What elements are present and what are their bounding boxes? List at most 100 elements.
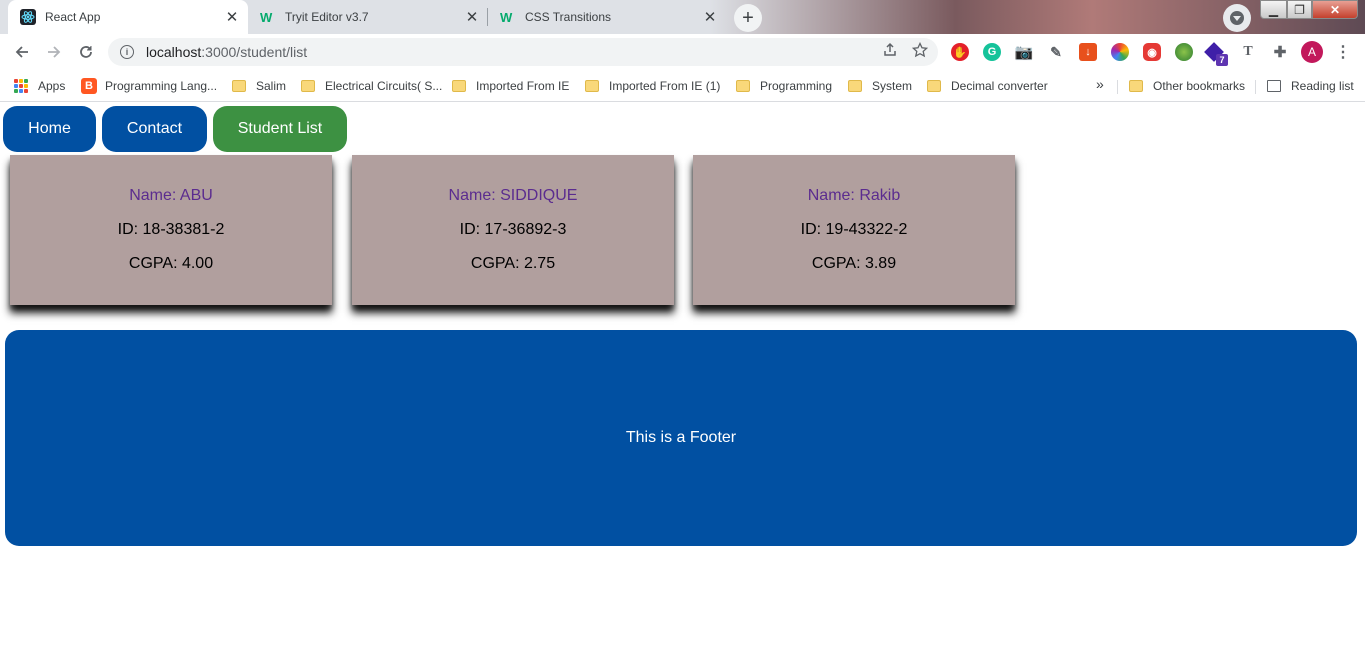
reload-button[interactable] [72, 38, 100, 66]
svg-text:W: W [500, 10, 513, 25]
tab-strip: React App ✕ W Tryit Editor v3.7 ✕ W CSS … [0, 0, 1365, 34]
maximize-button[interactable]: ❐ [1287, 0, 1312, 19]
close-icon[interactable]: ✕ [462, 7, 482, 27]
nav-student-list-link[interactable]: Student List [213, 106, 347, 152]
student-card: Name: Rakib ID: 19-43322-2 CGPA: 3.89 [693, 155, 1015, 305]
folder-icon [736, 80, 750, 92]
bookmark-label: Imported From IE [476, 79, 570, 93]
info-icon[interactable]: i [120, 45, 134, 59]
bookmark-programming[interactable]: Programming [736, 76, 832, 96]
color-wheel-icon[interactable] [1111, 43, 1129, 61]
back-button[interactable] [8, 38, 36, 66]
bookmark-label: System [872, 79, 913, 93]
bookmark-label: Salim [256, 79, 287, 93]
react-icon [20, 9, 36, 25]
blogger-icon: B [81, 78, 97, 94]
bookmark-divider [1255, 80, 1256, 94]
url-path: :3000/student/list [201, 44, 308, 60]
tab-title: Tryit Editor v3.7 [285, 10, 369, 24]
reading-list-button[interactable]: Reading list [1267, 76, 1354, 96]
adblock-icon[interactable]: ✋ [951, 43, 969, 61]
bookmark-imported-from-ie-1[interactable]: Imported From IE (1) [585, 76, 720, 96]
bookmark-other[interactable]: Other bookmarks [1129, 76, 1245, 96]
forward-button[interactable] [40, 38, 68, 66]
bookmarks-bar: Apps B Programming Lang... Salim Electri… [0, 70, 1365, 102]
folder-icon [301, 80, 315, 92]
bookmark-label: Other bookmarks [1153, 79, 1246, 93]
folder-icon [927, 80, 941, 92]
bookmark-apps[interactable]: Apps [14, 76, 65, 96]
tab-title: CSS Transitions [525, 10, 612, 24]
screen-recorder-icon[interactable]: ◉ [1143, 43, 1161, 61]
student-name: Name: ABU [129, 187, 213, 204]
folder-icon [232, 80, 246, 92]
bookmark-divider [1117, 80, 1118, 94]
close-icon[interactable]: ✕ [700, 7, 720, 27]
menu-kebab-icon[interactable]: ⋮ [1335, 41, 1351, 63]
tab-tryit-editor[interactable]: W Tryit Editor v3.7 ✕ [248, 0, 488, 34]
student-card: Name: ABU ID: 18-38381-2 CGPA: 4.00 [10, 155, 332, 305]
download-icon[interactable]: ↓ [1079, 43, 1097, 61]
bookmark-label: Reading list [1291, 79, 1354, 93]
reload-icon [80, 46, 92, 58]
bookmark-electrical-circuits[interactable]: Electrical Circuits( S... [301, 76, 442, 96]
folder-icon [585, 80, 599, 92]
star-icon[interactable] [912, 42, 928, 58]
grammarly-icon[interactable]: G [983, 43, 1001, 61]
student-name: Name: Rakib [807, 187, 901, 204]
svg-text:W: W [260, 10, 273, 25]
arrow-right-icon [48, 46, 61, 58]
bookmarks-overflow-button[interactable]: » [1096, 76, 1104, 92]
window-controls: ▁ ❐ ✕ [1260, 0, 1358, 20]
bookmark-decimal-converter[interactable]: Decimal converter [927, 76, 1048, 96]
tab-title: React App [45, 10, 101, 24]
address-bar[interactable]: i localhost:3000/student/list [108, 38, 938, 66]
bookmark-imported-from-ie[interactable]: Imported From IE [452, 76, 569, 96]
camera-icon[interactable]: 📷 [1015, 43, 1034, 61]
reading-list-icon [1267, 80, 1281, 92]
student-cgpa: CGPA: 3.89 [811, 255, 897, 272]
text-icon[interactable]: T [1239, 43, 1257, 61]
share-icon[interactable] [882, 42, 898, 58]
bookmark-label: Imported From IE (1) [609, 79, 721, 93]
bookmark-label: Programming Lang... [105, 79, 218, 93]
bookmark-system[interactable]: System [848, 76, 912, 96]
nav-home-link[interactable]: Home [3, 106, 96, 152]
url-host: localhost [146, 44, 202, 60]
chevron-down-icon [1230, 11, 1244, 25]
student-cgpa: CGPA: 2.75 [470, 255, 556, 272]
student-id: ID: 17-36892-3 [459, 221, 567, 238]
tab-search-button[interactable] [1223, 4, 1251, 32]
student-name: Name: SIDDIQUE [448, 187, 578, 204]
apps-grid-icon [14, 79, 28, 93]
avatar[interactable]: A [1301, 41, 1323, 63]
tab-css-transitions[interactable]: W CSS Transitions ✕ [488, 0, 726, 34]
close-icon[interactable]: ✕ [222, 7, 242, 27]
w3schools-icon: W [260, 9, 276, 25]
globe-icon[interactable] [1175, 43, 1193, 61]
student-id: ID: 18-38381-2 [117, 221, 225, 238]
footer-text: This is a Footer [625, 429, 737, 446]
folder-icon [848, 80, 862, 92]
bookmark-label: Apps [38, 79, 66, 93]
extension-badge: 7 [1216, 54, 1228, 66]
arrow-left-icon [15, 46, 28, 58]
student-cgpa: CGPA: 4.00 [128, 255, 214, 272]
student-id: ID: 19-43322-2 [800, 221, 908, 238]
bookmark-label: Programming [760, 79, 833, 93]
bookmark-salim[interactable]: Salim [232, 76, 286, 96]
folder-icon [452, 80, 466, 92]
bookmark-label: Decimal converter [951, 79, 1048, 93]
page-footer: This is a Footer [5, 330, 1357, 546]
folder-icon [1129, 80, 1143, 92]
minimize-button[interactable]: ▁ [1260, 0, 1287, 19]
browser-toolbar: i localhost:3000/student/list ✋ G 📷 ✎ ↓ … [0, 34, 1365, 70]
window-close-button[interactable]: ✕ [1312, 0, 1358, 19]
tab-react-app[interactable]: React App ✕ [8, 0, 248, 34]
eyedropper-icon[interactable]: ✎ [1047, 43, 1065, 61]
student-card: Name: SIDDIQUE ID: 17-36892-3 CGPA: 2.75 [352, 155, 674, 305]
nav-contact-link[interactable]: Contact [102, 106, 207, 152]
puzzle-icon[interactable]: ✚ [1271, 43, 1289, 61]
new-tab-button[interactable]: + [734, 4, 762, 32]
bookmark-programming-lang[interactable]: B Programming Lang... [81, 76, 217, 96]
